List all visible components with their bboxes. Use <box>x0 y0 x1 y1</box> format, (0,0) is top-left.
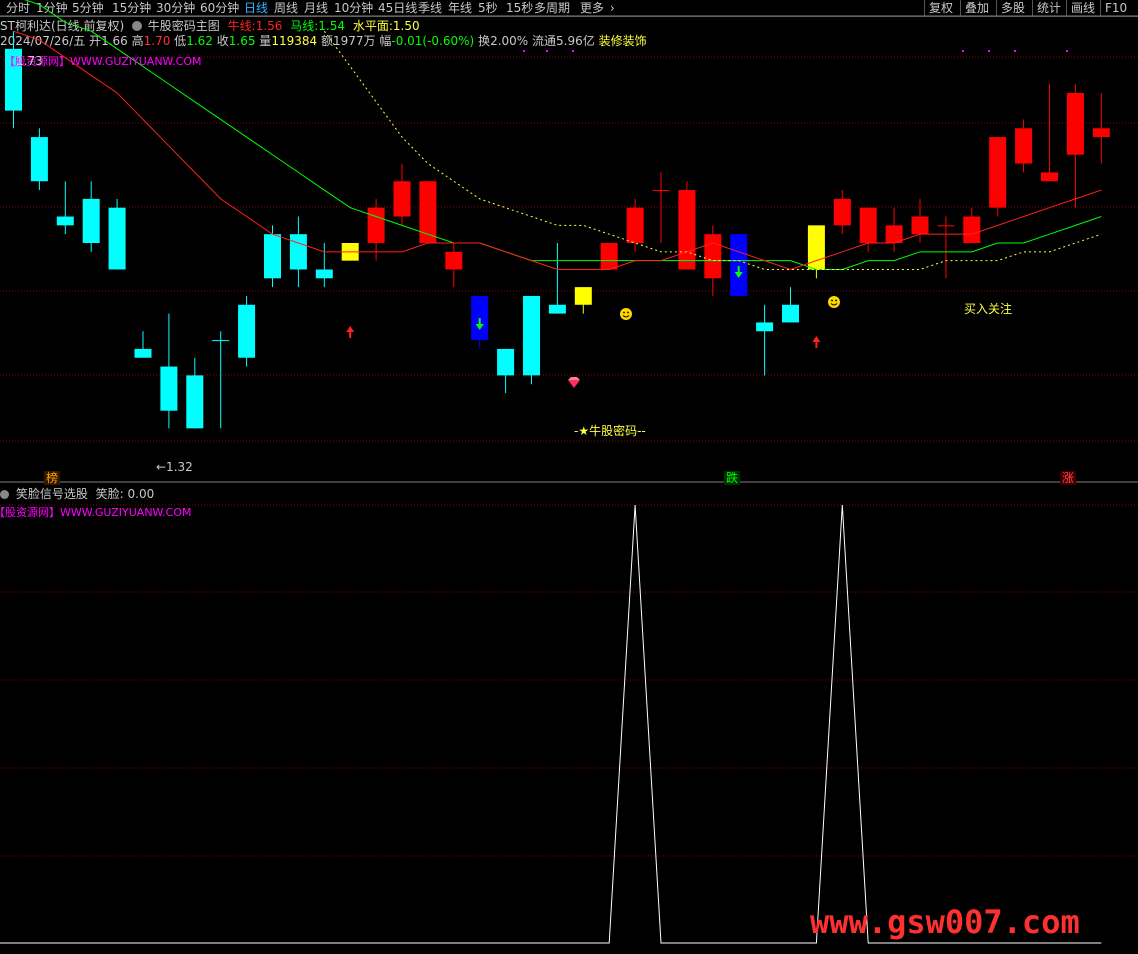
site-watermark: www.gsw007.com <box>810 903 1080 941</box>
candle-body-33 <box>859 207 877 243</box>
candle-body-41 <box>1066 92 1084 155</box>
candle-body-7 <box>186 375 204 429</box>
candle-body-34 <box>885 225 903 243</box>
smile-value: 0.00 <box>127 487 155 501</box>
marker-dot-1 <box>546 50 548 52</box>
candle-body-4 <box>108 207 126 270</box>
candle-body-12 <box>315 269 333 279</box>
event-zhang[interactable]: 涨 <box>1060 471 1077 485</box>
buy-arrow-up-icon-2 <box>812 336 821 348</box>
candle-body-23 <box>600 243 618 270</box>
smile-face-icon <box>620 308 632 320</box>
sub-watermark: 【股资源网】WWW.GUZIYUANW.COM <box>0 506 192 519</box>
candle-body-14 <box>367 207 385 243</box>
candle-body-35 <box>911 216 929 235</box>
candle-body-1 <box>30 137 48 182</box>
candle-body-27 <box>704 234 722 279</box>
sub-settings-icon[interactable] <box>0 490 9 499</box>
candle-body-38 <box>989 137 1007 208</box>
candle-body-15 <box>393 181 411 217</box>
sub-panel-title: 笑脸信号选股 笑脸: 0.00 <box>0 487 154 501</box>
candle-body-22 <box>574 287 592 305</box>
marker-dot-5 <box>1014 50 1016 52</box>
candle-body-17 <box>445 251 463 270</box>
candle-body-2 <box>56 216 74 226</box>
candle-body-29 <box>756 322 774 332</box>
candle-body-40 <box>1041 172 1058 182</box>
event-bang[interactable]: 榜 <box>44 471 61 485</box>
candle-body-5 <box>134 348 152 358</box>
smile-face-icon-2 <box>828 296 840 308</box>
candle-body-30 <box>782 304 799 323</box>
candle-body-24 <box>626 207 644 243</box>
diamond-gem-icon <box>568 380 580 388</box>
candle-body-10 <box>264 234 281 279</box>
candle-body-19 <box>497 348 515 376</box>
candle-body-32 <box>833 198 851 226</box>
candle-body-28 <box>730 234 748 296</box>
ma-line <box>24 0 1102 270</box>
buy-arrow-up-icon <box>346 326 355 338</box>
marker-dot-0 <box>523 50 525 52</box>
candle-body-26 <box>678 190 696 270</box>
candle-body-36 <box>937 225 955 227</box>
min-price-label: ←1.32 <box>156 460 193 474</box>
event-die[interactable]: 跌 <box>724 471 741 485</box>
candle-body-20 <box>523 295 540 376</box>
smile-signal-line <box>0 504 1102 944</box>
candle-body-3 <box>82 198 100 243</box>
smile-label: 笑脸: <box>95 487 124 501</box>
sub-indicator-name[interactable]: 笑脸信号选股 <box>16 487 88 501</box>
candle-body-8 <box>212 340 230 342</box>
candle-body-37 <box>963 216 981 243</box>
candle-body-21 <box>548 304 566 314</box>
marker-dot-4 <box>988 50 990 52</box>
diamond-gem-top <box>568 377 580 380</box>
candle-body-25 <box>652 190 670 192</box>
kline-chart[interactable] <box>0 0 1138 954</box>
candle-body-39 <box>1015 128 1033 164</box>
buy-annotation: 买入关注 <box>964 302 1013 316</box>
candle-body-11 <box>289 234 307 270</box>
marker-dot-2 <box>572 50 574 52</box>
max-price-label: 1.73 <box>16 54 43 68</box>
candle-body-6 <box>160 366 178 411</box>
marker-dot-6 <box>1066 50 1068 52</box>
candle-body-9 <box>238 304 256 358</box>
niugu-annotation: -★牛股密码-- <box>574 424 646 438</box>
candle-body-42 <box>1092 128 1110 138</box>
marker-dot-3 <box>962 50 964 52</box>
